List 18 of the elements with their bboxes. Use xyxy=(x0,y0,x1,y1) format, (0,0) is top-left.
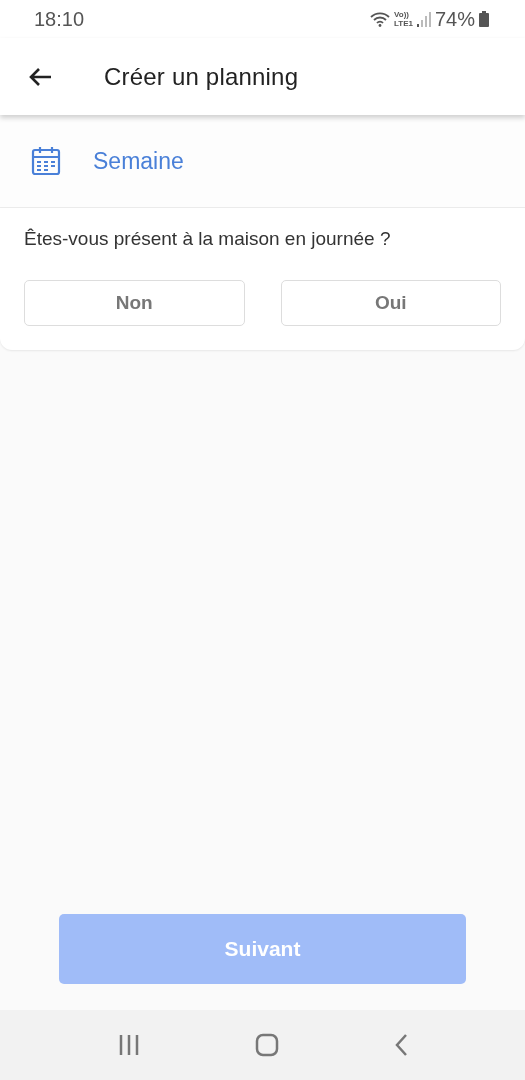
screen-title: Créer un planning xyxy=(104,62,299,91)
status-time: 18:10 xyxy=(34,7,86,31)
network-label: Vo)) xyxy=(394,10,410,19)
signal-icon xyxy=(416,11,431,27)
answer-option[interactable]: Non xyxy=(24,280,245,326)
home-icon[interactable] xyxy=(254,1033,279,1057)
network-label: LTE1 xyxy=(394,19,413,28)
wifi-icon xyxy=(370,11,390,27)
calendar-icon xyxy=(31,146,61,176)
back-arrow-icon xyxy=(28,66,52,87)
period-label[interactable]: Semaine xyxy=(93,147,184,175)
back-icon[interactable] xyxy=(393,1033,408,1057)
question-text: Êtes-vous présent à la maison en journée ? xyxy=(24,228,392,250)
recent-apps-icon[interactable] xyxy=(117,1034,140,1056)
answer-option[interactable]: Oui xyxy=(280,280,501,326)
back-button[interactable] xyxy=(28,66,52,87)
battery-level: 74% xyxy=(434,7,475,31)
battery-icon xyxy=(479,11,489,27)
